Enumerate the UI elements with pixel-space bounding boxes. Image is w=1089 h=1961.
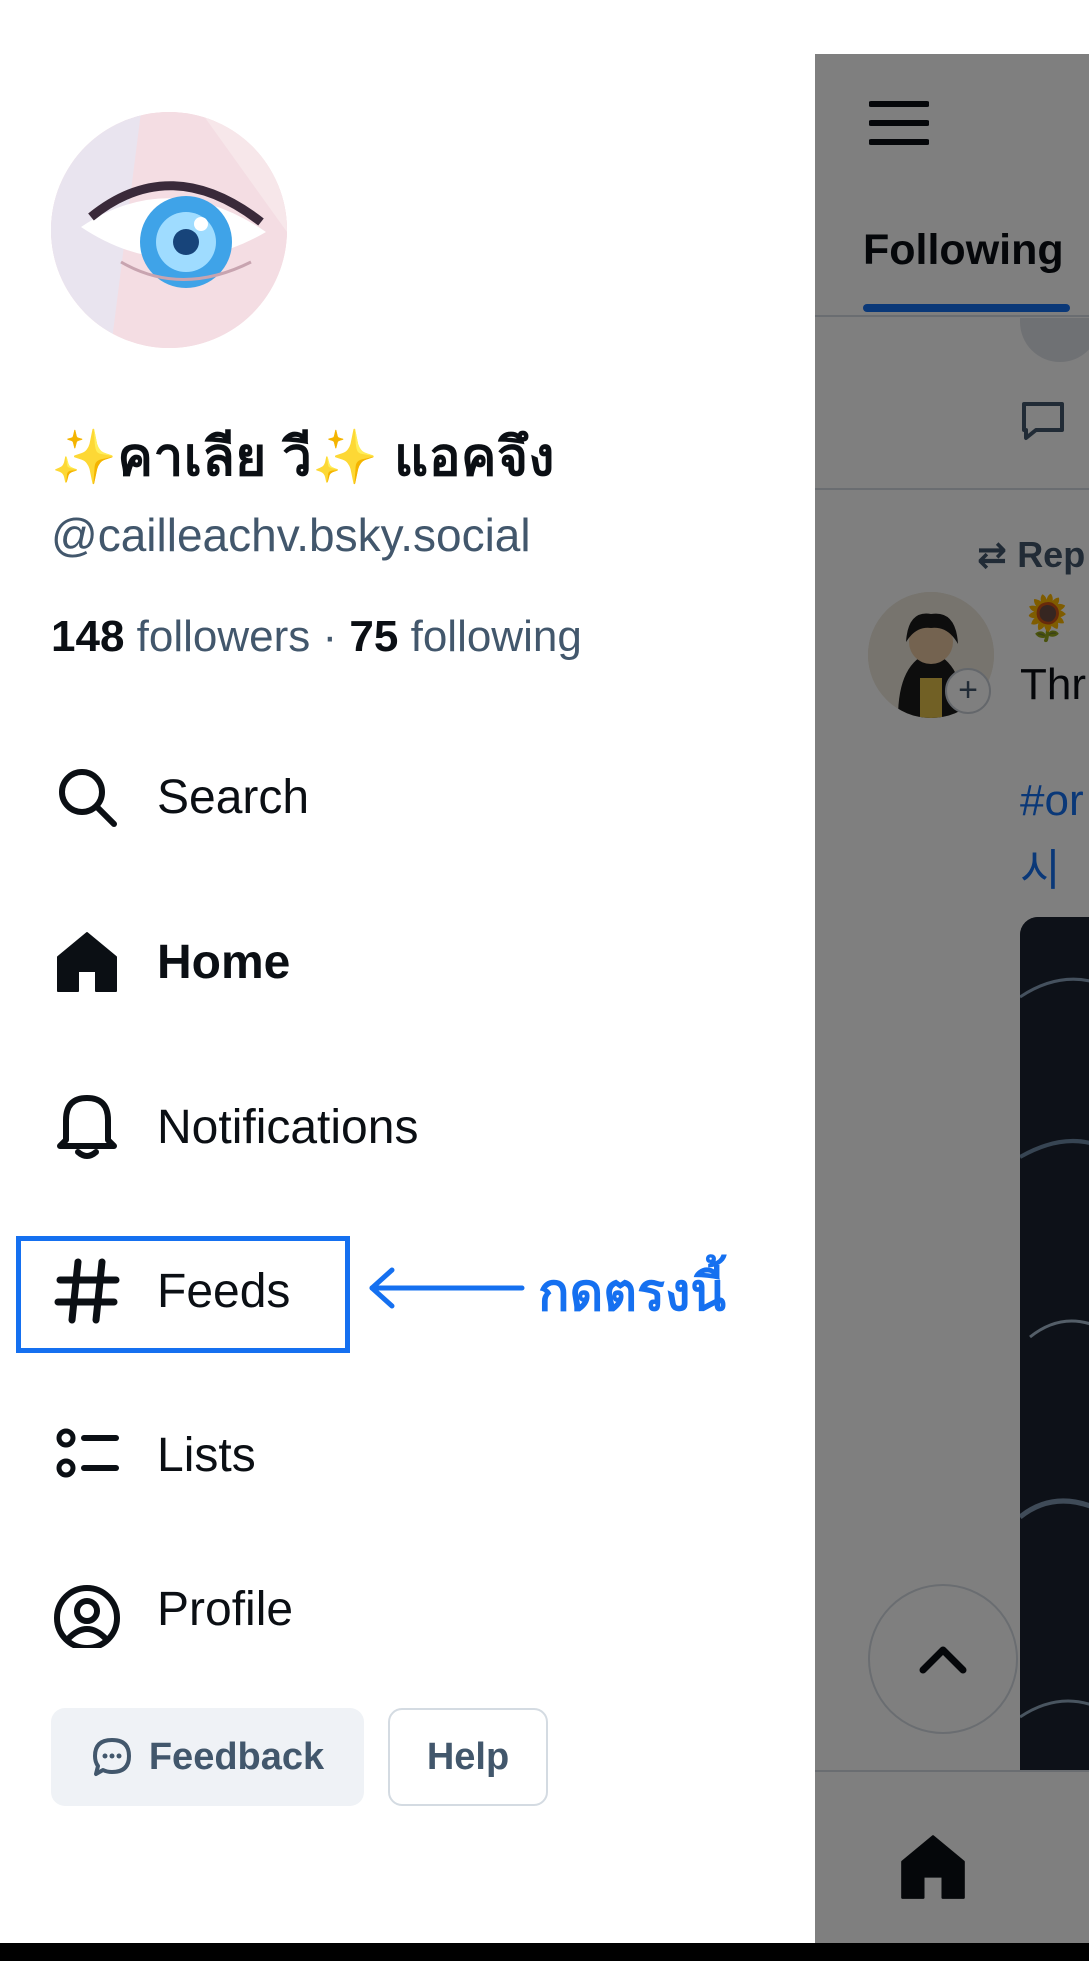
- feeds-highlight-box: [16, 1236, 350, 1353]
- feedback-button[interactable]: Feedback: [51, 1708, 364, 1806]
- follow-stats: 148 followers · 75 following: [51, 612, 582, 662]
- annotation-text: กดตรงนี้: [538, 1254, 727, 1323]
- main-feed-panel[interactable]: Following ⇄ Rep + 🌻 Thr #or 시: [815, 54, 1089, 1961]
- nav-label-lists: Lists: [157, 1428, 256, 1482]
- home-icon: [51, 926, 123, 998]
- bell-icon: [51, 1091, 123, 1163]
- following-label[interactable]: following: [411, 612, 582, 661]
- annotation-arrow: กดตรงนี้: [362, 1222, 742, 1347]
- following-count[interactable]: 75: [349, 612, 398, 661]
- screen-bottom-edge: [0, 1943, 1089, 1961]
- nav-label-home: Home: [157, 935, 291, 989]
- user-circle-icon: [51, 1582, 123, 1648]
- followers-label[interactable]: followers: [137, 612, 311, 661]
- display-name: ✨คาเลีย วี✨ แอคจึง: [51, 428, 555, 487]
- navigation-drawer: ✨คาเลีย วี✨ แอคจึง @cailleachv.bsky.soci…: [0, 0, 815, 1961]
- followers-count[interactable]: 148: [51, 612, 124, 661]
- feedback-label: Feedback: [148, 1735, 325, 1778]
- nav-item-search[interactable]: Search: [51, 752, 611, 842]
- help-label: Help: [426, 1735, 510, 1778]
- nav-item-profile[interactable]: Profile: [51, 1574, 611, 1648]
- nav-label-profile: Profile: [157, 1583, 294, 1636]
- list-icon: [51, 1419, 123, 1491]
- search-icon: [51, 761, 123, 833]
- nav-item-home[interactable]: Home: [51, 917, 611, 1007]
- nav-label-search: Search: [157, 770, 310, 824]
- chat-bubble-icon: [91, 1736, 133, 1778]
- user-handle: @cailleachv.bsky.social: [51, 509, 531, 561]
- drawer-backdrop-overlay[interactable]: [815, 54, 1089, 1961]
- nav-item-notifications[interactable]: Notifications: [51, 1082, 611, 1172]
- user-avatar[interactable]: [51, 112, 287, 348]
- stats-separator: ·: [322, 612, 338, 661]
- nav-item-lists[interactable]: Lists: [51, 1410, 611, 1500]
- help-button[interactable]: Help: [388, 1708, 548, 1806]
- nav-label-notifications: Notifications: [157, 1100, 419, 1154]
